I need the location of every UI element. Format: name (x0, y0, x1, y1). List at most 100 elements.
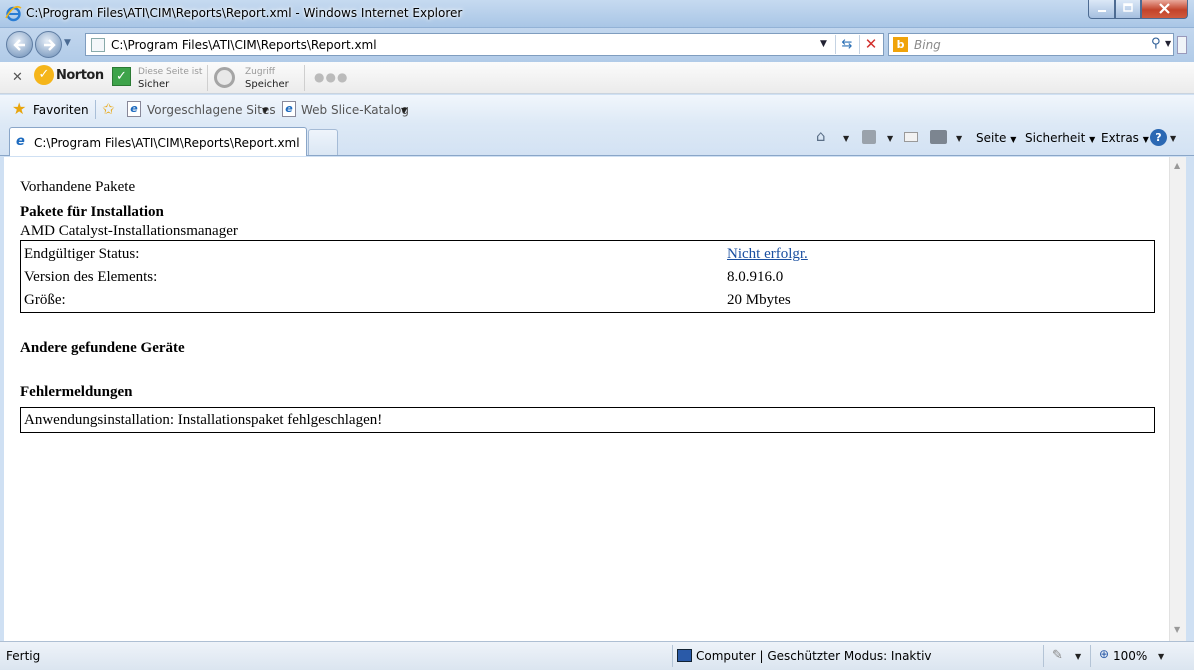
internet-explorer-icon: e (16, 134, 25, 149)
status-divider (672, 645, 673, 667)
close-icon (1159, 3, 1170, 14)
maximize-icon (1123, 3, 1133, 12)
web-slice-link[interactable]: Web Slice-Katalog (301, 103, 409, 117)
zoom-dropdown[interactable]: ▼ (1158, 652, 1164, 661)
help-icon[interactable]: ? (1150, 129, 1167, 146)
package-details-table: Endgültiger Status: Nicht erfolgr. Versi… (20, 240, 1155, 313)
back-arrow-icon (13, 39, 25, 51)
safe-checkmark-icon[interactable]: ✓ (112, 67, 131, 86)
bing-icon: b (893, 37, 908, 52)
window-title: C:\Program Files\ATI\CIM\Reports\Report.… (26, 6, 463, 20)
version-label: Version des Elements: (24, 269, 158, 285)
status-divider (1090, 645, 1091, 667)
version-value: 8.0.916.0 (727, 269, 784, 285)
suggested-sites-icon: e (127, 101, 141, 117)
access-status: Speicher (245, 79, 289, 90)
stop-button[interactable]: ✕ (859, 35, 882, 54)
scroll-up-arrow-icon[interactable]: ▲ (1174, 161, 1180, 170)
minimize-button[interactable] (1088, 0, 1115, 19)
maximize-button[interactable] (1115, 0, 1141, 19)
mail-icon[interactable] (904, 132, 918, 142)
suggested-sites-link[interactable]: Vorgeschlagene Sites (147, 103, 276, 117)
norton-logo[interactable]: Norton (56, 68, 104, 83)
print-dropdown[interactable]: ▼ (956, 134, 962, 143)
status-text: Fertig (6, 649, 41, 663)
computer-zone-icon (677, 649, 692, 662)
available-packages-heading: Vorhandene Pakete (20, 179, 136, 195)
web-slice-dropdown[interactable]: ▼ (401, 106, 407, 115)
home-icon[interactable]: ⌂ (816, 127, 826, 145)
status-bar: Fertig Computer | Geschützter Modus: Ina… (0, 641, 1194, 670)
help-dropdown[interactable]: ▼ (1170, 134, 1176, 143)
page-menu[interactable]: Seite ▼ (976, 131, 1016, 145)
safe-site-caption: Diese Seite ist (138, 67, 203, 77)
suggested-sites-dropdown[interactable]: ▼ (262, 106, 268, 115)
feeds-icon[interactable] (862, 130, 876, 144)
favorites-star-icon[interactable]: ★ (12, 101, 26, 117)
internet-explorer-icon (5, 5, 22, 22)
search-input[interactable]: Bing (914, 38, 941, 52)
search-box[interactable]: b Bing ⚲ ▼ (888, 33, 1174, 56)
close-button[interactable] (1141, 0, 1188, 19)
error-message: Anwendungsinstallation: Installationspak… (24, 412, 383, 428)
page-menu-label: Seite (976, 131, 1007, 145)
security-zone[interactable]: Computer | Geschützter Modus: Inaktiv (696, 649, 932, 663)
forward-button[interactable] (35, 31, 62, 58)
recent-pages-dropdown[interactable]: ▼ (64, 38, 71, 48)
add-to-favorites-icon[interactable]: ✩ (102, 101, 115, 117)
home-dropdown[interactable]: ▼ (843, 134, 849, 143)
identity-safe-icon[interactable] (214, 67, 235, 88)
final-status-link[interactable]: Nicht erfolgr. (727, 246, 808, 263)
navigation-bar: ▼ C:\Program Files\ATI\CIM\Reports\Repor… (0, 28, 1194, 62)
address-bar[interactable]: C:\Program Files\ATI\CIM\Reports\Report.… (85, 33, 884, 56)
install-packages-heading: Pakete für Installation (20, 204, 164, 220)
size-label: Größe: (24, 292, 66, 308)
minimize-icon (1097, 10, 1106, 12)
title-bar: C:\Program Files\ATI\CIM\Reports\Report.… (0, 0, 1194, 28)
forward-arrow-icon (44, 39, 56, 51)
extras-menu-label: Extras (1101, 131, 1139, 145)
toolbar-divider (304, 65, 305, 91)
refresh-button[interactable]: ⇆ (835, 35, 858, 54)
safety-menu[interactable]: Sicherheit ▼ (1025, 131, 1095, 145)
search-options-dropdown[interactable]: ▼ (1165, 39, 1171, 48)
other-devices-heading: Andere gefundene Geräte (20, 340, 185, 356)
new-tab-button[interactable] (308, 129, 338, 155)
popup-blocker-dropdown[interactable]: ▼ (1075, 652, 1081, 661)
tab-row: e C:\Program Files\ATI\CIM\Reports\Repor… (0, 124, 1194, 156)
zoom-level[interactable]: 100% (1113, 649, 1147, 663)
more-options-icon[interactable]: ●●● (314, 70, 348, 84)
vertical-scrollbar[interactable]: ▲ ▼ (1169, 157, 1186, 641)
norton-check-icon: ✓ (34, 65, 54, 85)
size-value: 20 Mbytes (727, 292, 791, 308)
page-content: Vorhandene Pakete Pakete für Installatio… (4, 157, 1169, 641)
feeds-dropdown[interactable]: ▼ (887, 134, 893, 143)
tab-report[interactable]: e C:\Program Files\ATI\CIM\Reports\Repor… (9, 127, 307, 156)
error-messages-heading: Fehlermeldungen (20, 384, 133, 400)
favorites-button[interactable]: Favoriten (33, 103, 89, 117)
window-frame-right (1186, 157, 1194, 641)
safe-site-status: Sicher (138, 79, 170, 90)
popup-blocker-icon[interactable]: ✎ (1052, 648, 1063, 663)
search-icon[interactable]: ⚲ (1151, 36, 1161, 51)
norton-toolbar: ✕ ✓ Norton ✓ Diese Seite ist Sicher Zugr… (0, 62, 1194, 94)
back-button[interactable] (6, 31, 33, 58)
toolbar-overflow-button[interactable] (1177, 36, 1187, 54)
close-toolbar-icon[interactable]: ✕ (12, 70, 23, 85)
address-input[interactable]: C:\Program Files\ATI\CIM\Reports\Report.… (111, 38, 377, 52)
zoom-icon[interactable]: ⊕ (1099, 647, 1109, 661)
scroll-down-arrow-icon[interactable]: ▼ (1174, 625, 1180, 634)
extras-menu[interactable]: Extras ▼ (1101, 131, 1149, 145)
access-caption: Zugriff (245, 67, 275, 77)
package-name: AMD Catalyst-Installationsmanager (20, 223, 238, 239)
tab-label: C:\Program Files\ATI\CIM\Reports\Report.… (34, 136, 300, 150)
web-slice-icon: e (282, 101, 296, 117)
toolbar-divider (207, 65, 208, 91)
address-dropdown[interactable]: ▼ (820, 39, 827, 49)
favorites-bar: ★ Favoriten ✩ e Vorgeschlagene Sites ▼ e… (0, 95, 1194, 124)
page-icon (91, 38, 105, 52)
error-table: Anwendungsinstallation: Installationspak… (20, 407, 1155, 433)
status-divider (1043, 645, 1044, 667)
print-icon[interactable] (930, 130, 947, 144)
safety-menu-label: Sicherheit (1025, 131, 1086, 145)
